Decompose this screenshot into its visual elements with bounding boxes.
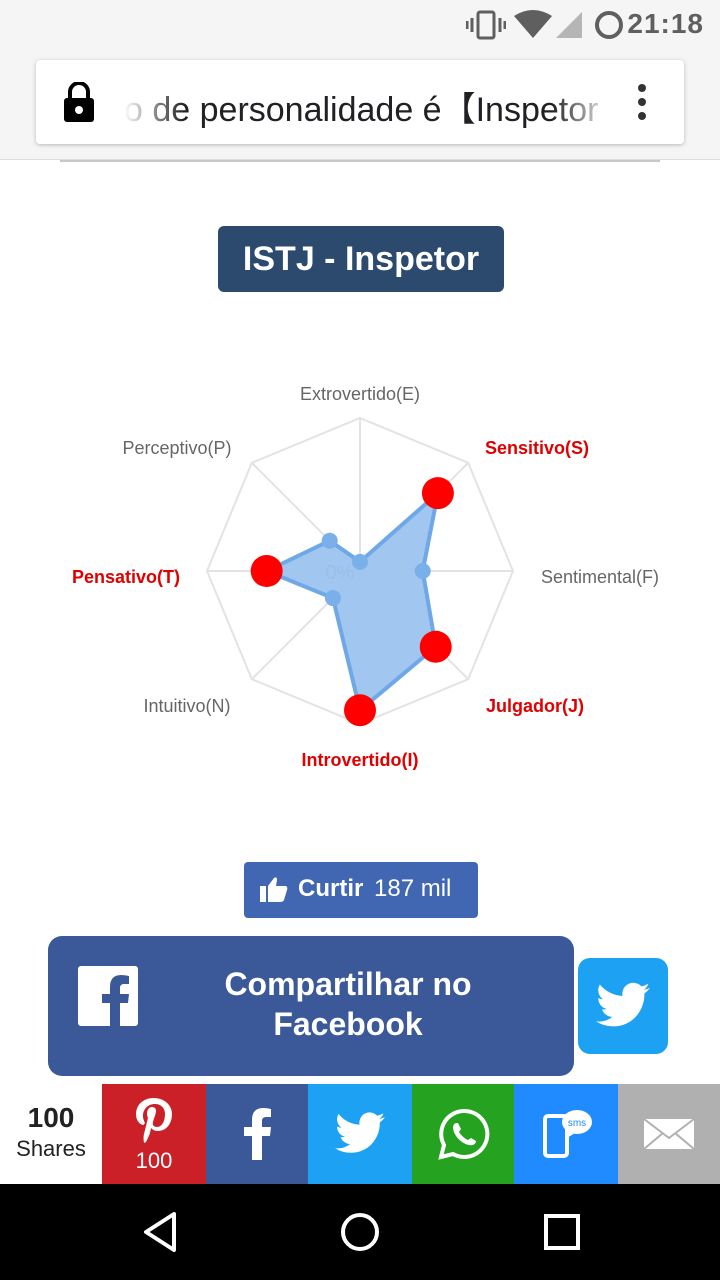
radar-point	[324, 590, 341, 607]
shares-count: 100	[27, 1102, 75, 1133]
facebook-share-label: Compartilhar no Facebook	[224, 966, 472, 1042]
more-vert-icon[interactable]	[630, 84, 654, 122]
pinterest-icon	[136, 1098, 172, 1143]
email-share-button[interactable]	[618, 1084, 720, 1184]
cell-signal-icon	[556, 12, 582, 38]
shares-counter: 100 Shares	[0, 1084, 102, 1184]
thumbs-up-icon	[260, 877, 288, 902]
radar-axis-label: Sentimental(F)	[541, 567, 659, 587]
back-icon[interactable]	[140, 1210, 180, 1254]
url-fade-right	[552, 60, 612, 144]
radar-point	[419, 630, 452, 663]
shares-label: Shares	[16, 1136, 86, 1161]
radar-point	[250, 555, 283, 587]
twitter-share-button[interactable]	[578, 958, 668, 1054]
like-count: 187 mil	[374, 875, 452, 902]
sms-share-button[interactable]: sms	[514, 1084, 618, 1184]
facebook-share-button[interactable]: Compartilhar no Facebook	[48, 936, 574, 1076]
battery-charging-icon	[595, 11, 623, 39]
result-title: ISTJ - Inspetor	[218, 226, 504, 292]
mail-icon	[643, 1118, 695, 1150]
sms-icon: sms	[543, 1110, 592, 1158]
system-nav-bar	[0, 1184, 720, 1280]
pinterest-share-button[interactable]: 100	[102, 1084, 206, 1184]
radar-axis-label: Perceptivo(P)	[122, 438, 231, 458]
radar-axis-label: Sensitivo(S)	[485, 438, 589, 458]
facebook-f-icon	[244, 1108, 271, 1160]
browser-toolbar: o de personalidade é【Inspetor	[0, 50, 720, 160]
recents-icon[interactable]	[542, 1210, 582, 1254]
facebook-icon	[78, 966, 138, 1026]
vibrate-icon	[466, 10, 506, 40]
whatsapp-share-button[interactable]	[412, 1084, 516, 1184]
radar-axis-label: Julgador(J)	[486, 696, 584, 716]
twitter-icon	[335, 1112, 385, 1153]
like-label: Curtir	[298, 875, 364, 902]
twitter-icon	[596, 982, 650, 1027]
svg-text:sms: sms	[568, 1118, 586, 1129]
status-time: 21:18	[627, 8, 704, 39]
url-fade-left	[124, 60, 184, 144]
radar-axis-label: Intuitivo(N)	[143, 696, 230, 716]
lock-icon[interactable]	[62, 82, 96, 122]
home-icon[interactable]	[340, 1210, 380, 1254]
facebook-share-bar-button[interactable]	[206, 1084, 310, 1184]
radar-axis-label: Introvertido(I)	[302, 750, 419, 770]
twitter-share-bar-button[interactable]	[308, 1084, 412, 1184]
radar-axis-label: Extrovertido(E)	[300, 384, 420, 404]
pinterest-count: 100	[135, 1148, 173, 1173]
whatsapp-icon	[438, 1108, 490, 1160]
radar-chart: 0%Extrovertido(E)Sensitivo(S)Sentimental…	[72, 384, 659, 770]
radar-point	[421, 477, 454, 510]
radar-point	[352, 553, 368, 570]
radar-point	[321, 532, 338, 549]
radar-axis-label: Pensativo(T)	[72, 567, 180, 587]
radar-point	[344, 694, 376, 727]
address-bar[interactable]: o de personalidade é【Inspetor	[36, 60, 684, 144]
share-bar: 100 Shares 100 sms	[0, 1084, 720, 1184]
status-bar: 21:18	[0, 0, 720, 50]
radar-series-area	[264, 491, 440, 713]
wifi-icon	[514, 10, 552, 38]
like-button[interactable]: Curtir 187 mil	[244, 862, 478, 918]
radar-point	[414, 563, 431, 579]
divider	[60, 160, 660, 162]
